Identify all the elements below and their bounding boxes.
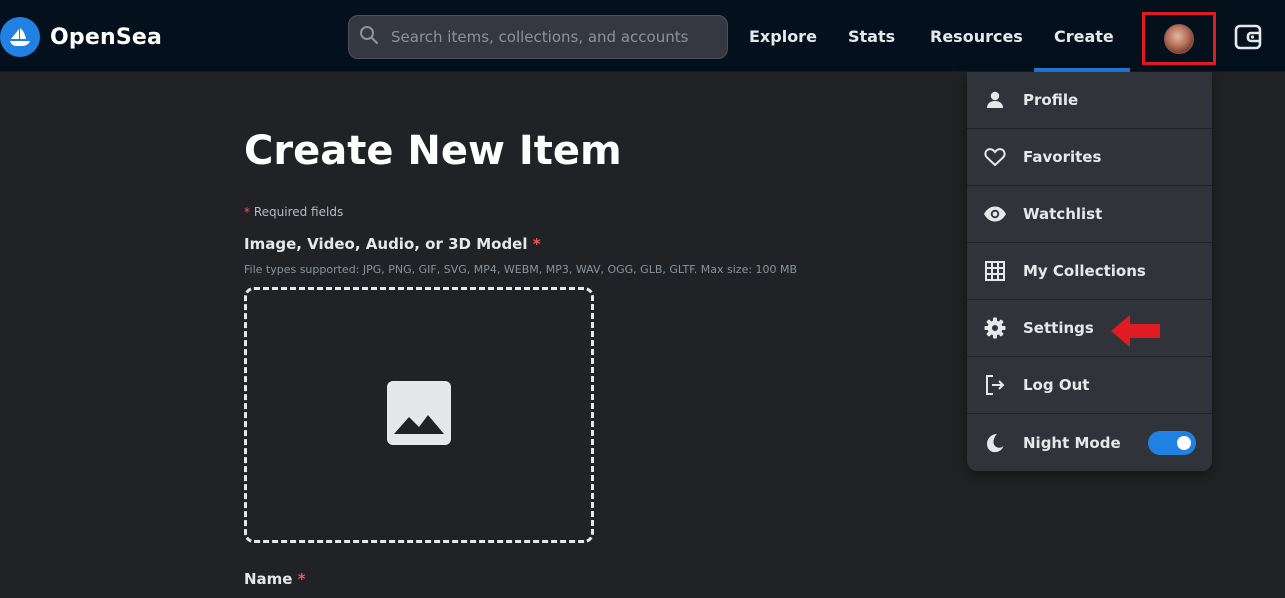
night-mode-toggle[interactable] [1148,431,1196,455]
name-label-text: Name [244,570,293,588]
menu-label-log-out: Log Out [1023,376,1090,394]
search-icon [359,25,379,50]
required-marker: * [297,570,306,588]
opensea-logo-icon [0,17,40,57]
menu-label-night-mode: Night Mode [1023,433,1121,452]
menu-item-watchlist[interactable]: Watchlist [967,186,1212,243]
menu-item-my-collections[interactable]: My Collections [967,243,1212,300]
required-marker: * [532,235,541,253]
search-bar[interactable] [348,15,728,59]
nav-resources[interactable]: Resources [930,27,1023,46]
moon-icon [983,431,1007,455]
file-types-hint: File types supported: JPG, PNG, GIF, SVG… [244,263,798,276]
opensea-logo-link[interactable]: OpenSea [0,17,162,57]
eye-icon [983,202,1007,226]
wallet-icon[interactable] [1234,24,1262,55]
menu-item-favorites[interactable]: Favorites [967,129,1212,186]
gear-icon [983,316,1007,340]
nav-stats[interactable]: Stats [848,27,895,46]
nav-explore[interactable]: Explore [749,27,817,46]
required-fields-note: * Required fields [244,205,343,219]
menu-label-watchlist: Watchlist [1023,205,1103,223]
media-label-text: Image, Video, Audio, or 3D Model [244,235,528,253]
search-input[interactable] [391,28,711,46]
nav-create[interactable]: Create [1054,27,1114,46]
menu-label-favorites: Favorites [1023,148,1102,166]
grid-icon [983,259,1007,283]
required-marker: * [244,205,250,219]
media-upload-dropzone[interactable] [244,287,594,543]
page-title: Create New Item [244,128,622,174]
menu-item-profile[interactable]: Profile [967,72,1212,129]
menu-label-settings: Settings [1023,319,1094,337]
image-placeholder-icon [387,380,451,450]
required-fields-text: Required fields [253,205,344,219]
brand-name: OpenSea [50,24,163,50]
toggle-knob [1177,436,1191,450]
menu-item-log-out[interactable]: Log Out [967,357,1212,414]
menu-item-night-mode: Night Mode [967,414,1212,471]
profile-dropdown-menu: Profile Favorites Watchlist My Collectio… [967,72,1212,471]
avatar [1164,23,1194,54]
media-field-label: Image, Video, Audio, or 3D Model * [244,235,541,253]
menu-label-my-collections: My Collections [1023,262,1146,280]
heart-icon [983,145,1007,169]
menu-label-profile: Profile [1023,91,1079,109]
red-arrow-annotation-icon [1110,314,1162,353]
person-icon [983,88,1007,112]
top-navbar: OpenSea Explore Stats Resources Create [0,0,1285,72]
name-field-label: Name * [244,570,306,588]
menu-item-settings[interactable]: Settings [967,300,1212,357]
profile-avatar-button[interactable] [1142,12,1216,65]
logout-icon [983,373,1007,397]
